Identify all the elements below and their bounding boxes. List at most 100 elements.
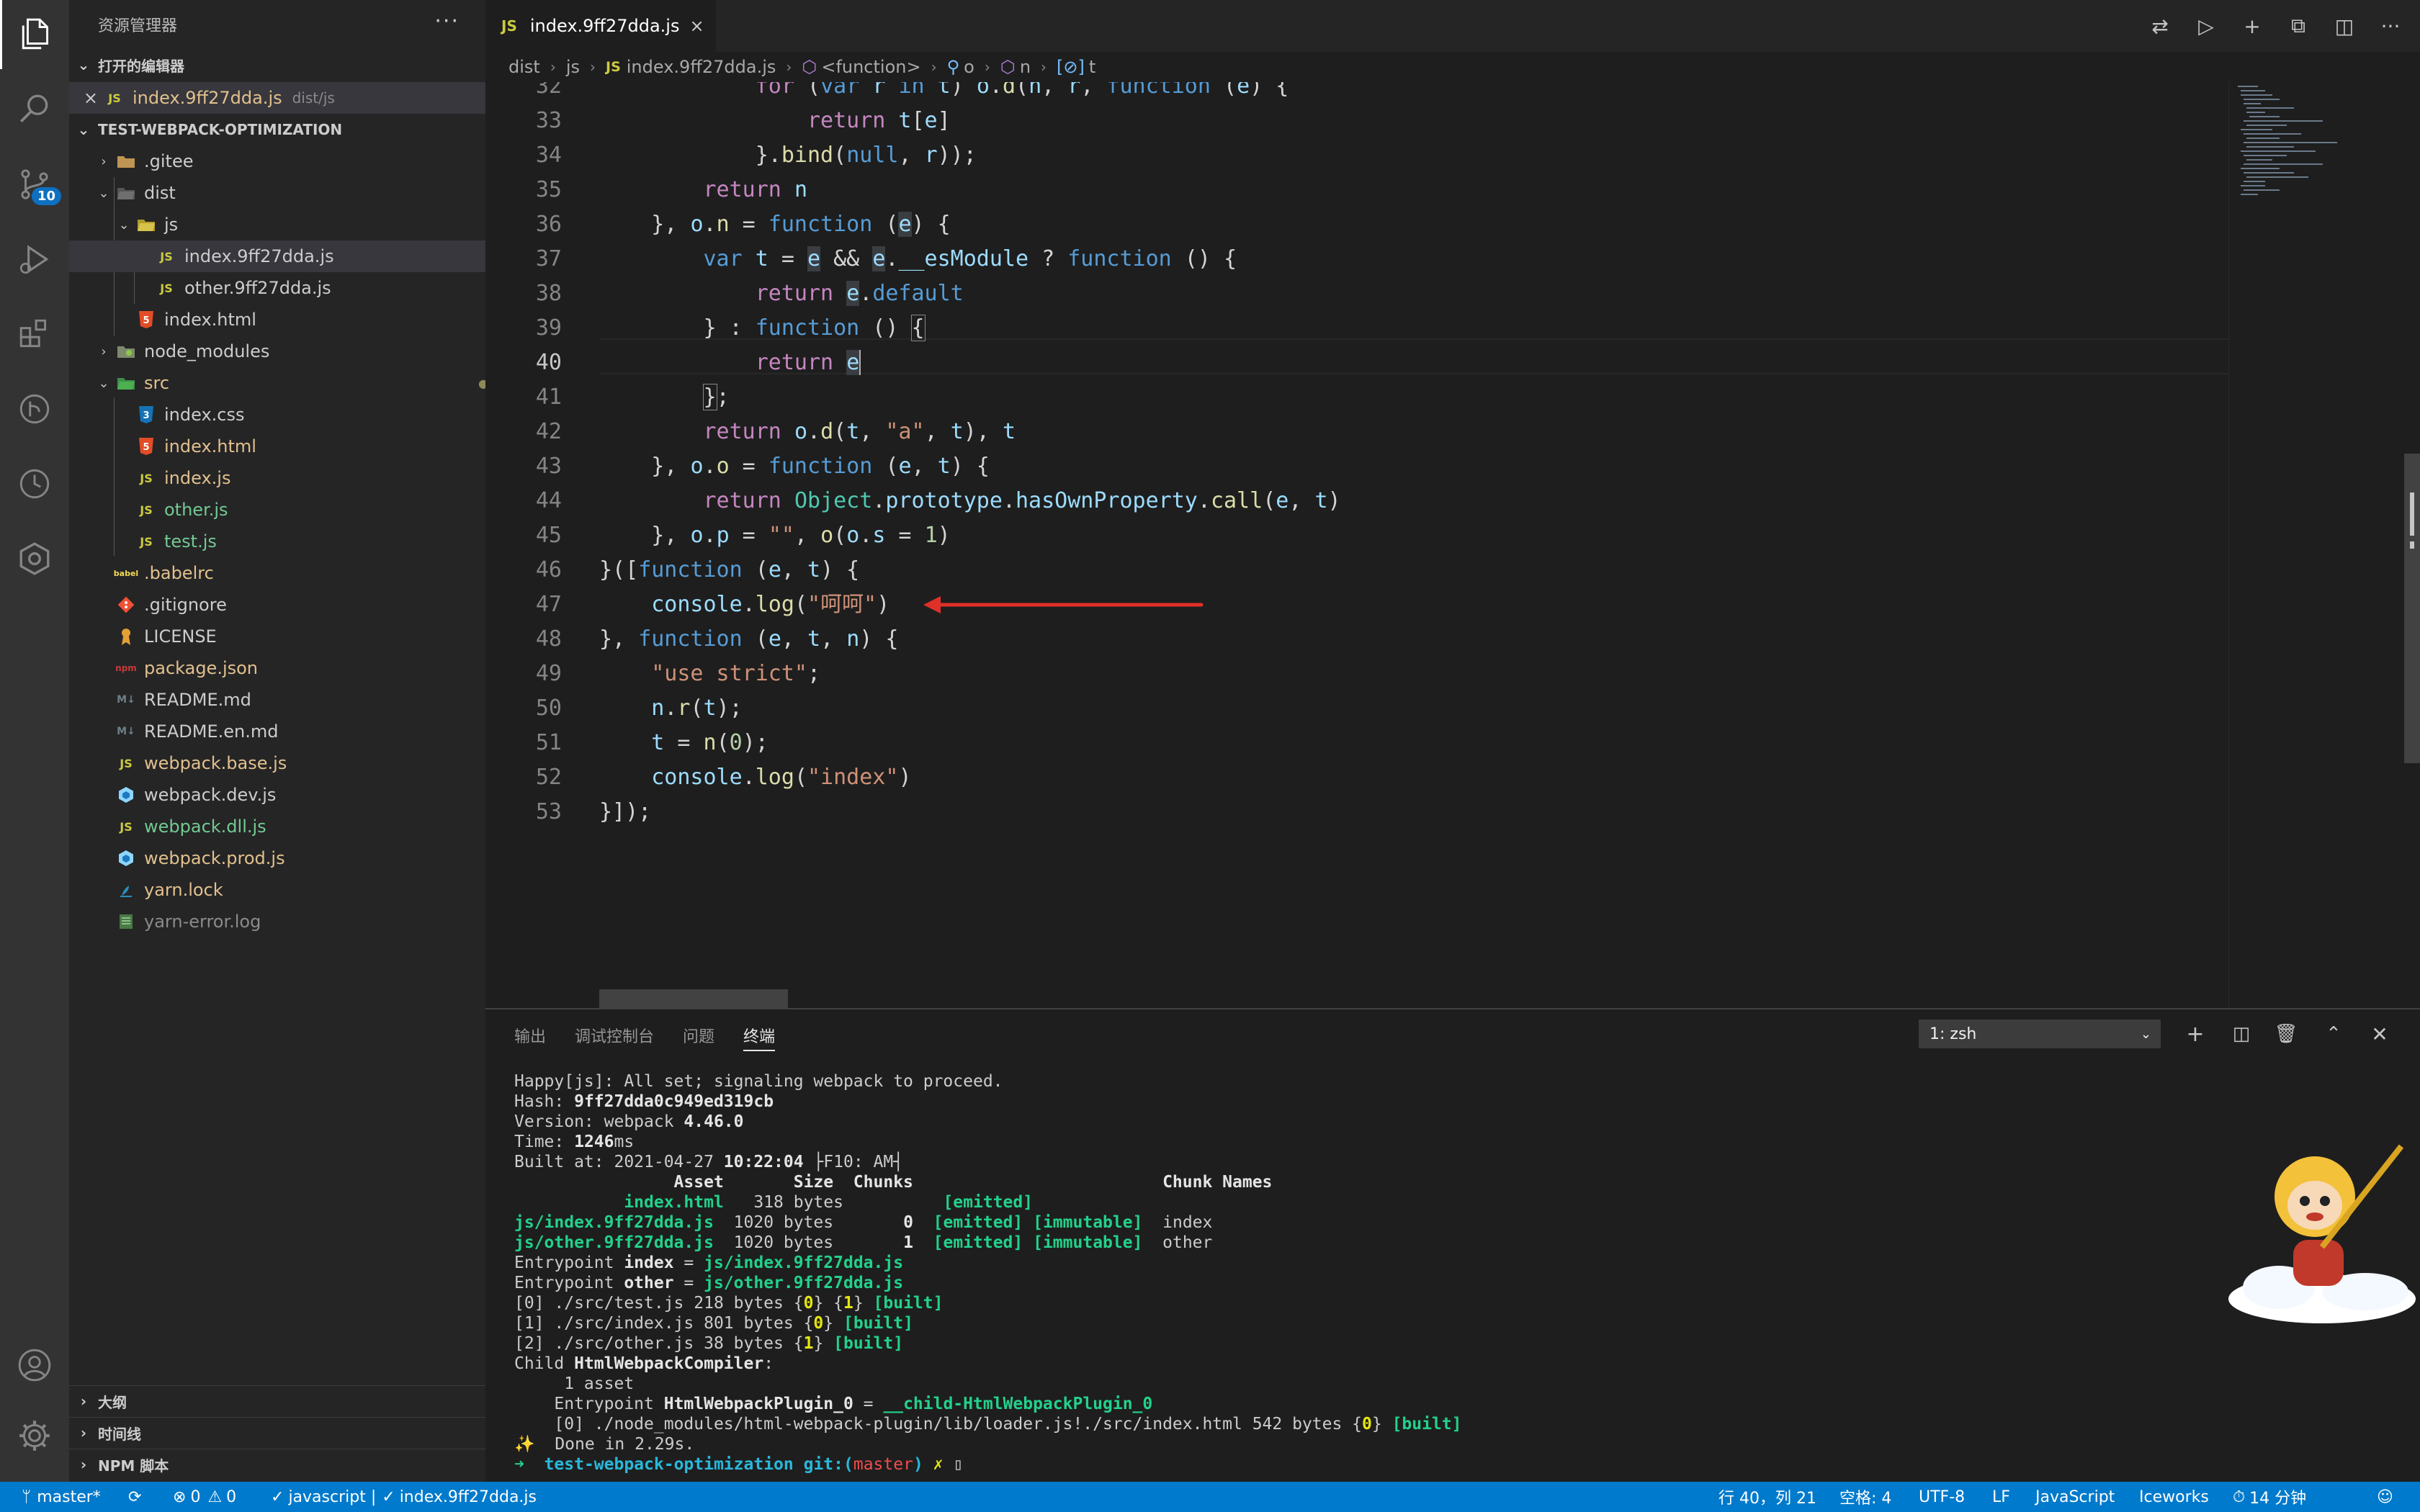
breadcrumb-o[interactable]: o bbox=[964, 57, 974, 77]
code-line: 32 for (var r in t) o.d(n, r, function (… bbox=[535, 82, 1289, 99]
explorer-icon[interactable] bbox=[0, 0, 71, 69]
tree-item-gitignore[interactable]: .gitignore bbox=[69, 589, 530, 621]
tab-index-9ff27dda-js[interactable]: JS index.9ff27dda.js × bbox=[485, 0, 716, 52]
html-file-icon: 5 bbox=[134, 436, 158, 456]
tree-item-readme-en-md[interactable]: M↓ README.en.md bbox=[69, 716, 530, 747]
cursor-position[interactable]: 行 40，列 21 bbox=[1718, 1482, 1816, 1512]
status-bar: ᛘ master* ⟳ ⊗ 0 ⚠ 0 ✓ javascript | ✓ ind… bbox=[0, 1482, 2420, 1512]
compare-changes-icon[interactable]: ⇄ bbox=[2148, 14, 2172, 38]
indentation[interactable]: 空格: 4 bbox=[1839, 1482, 1891, 1512]
close-panel-icon[interactable]: ✕ bbox=[2365, 1020, 2394, 1048]
check-icon: ✓ bbox=[382, 1488, 395, 1506]
split-terminal-icon[interactable]: ◫ bbox=[2227, 1020, 2256, 1048]
line-ending[interactable]: LF bbox=[1992, 1482, 2010, 1512]
js-file-icon: JS bbox=[160, 249, 173, 264]
tree-item-babelrc[interactable]: babel .babelrc M bbox=[69, 557, 530, 589]
tree-item-yarn-lock[interactable]: yarn.lock M bbox=[69, 874, 530, 906]
breadcrumb-n[interactable]: n bbox=[1020, 57, 1031, 77]
code-line: 35 return n bbox=[535, 177, 807, 202]
breadcrumb-function[interactable]: <function> bbox=[821, 57, 920, 77]
tree-item-readme-md[interactable]: M↓ README.md bbox=[69, 684, 530, 716]
timeline-icon[interactable] bbox=[0, 449, 69, 518]
project-header[interactable]: ⌄ TEST-WEBPACK-OPTIMIZATION bbox=[69, 115, 485, 144]
tree-item-yarn-error-log[interactable]: yarn-error.log bbox=[69, 906, 530, 937]
new-terminal-icon[interactable]: + bbox=[2181, 1020, 2210, 1048]
code-line: 45 }, o.p = "", o(o.s = 1) bbox=[535, 523, 951, 548]
open-preview-icon[interactable]: ⧉ bbox=[2286, 14, 2311, 38]
tree-item-index-css[interactable]: 3 index.css bbox=[69, 399, 550, 431]
tree-item-webpack-base-js[interactable]: JS webpack.base.js M bbox=[69, 747, 530, 779]
lint-status[interactable]: ✓ javascript | ✓ index.9ff27dda.js bbox=[271, 1482, 537, 1512]
tree-item-node-modules[interactable]: › node_modules bbox=[69, 336, 510, 367]
breadcrumb-file[interactable]: index.9ff27dda.js bbox=[627, 57, 776, 77]
problems-status[interactable]: ⊗ 0 ⚠ 0 bbox=[173, 1482, 236, 1512]
settings-gear-icon[interactable] bbox=[0, 1401, 69, 1470]
tree-item-dist[interactable]: ⌄ dist bbox=[69, 177, 510, 209]
tree-item-webpack-prod-js[interactable]: webpack.prod.js M bbox=[69, 842, 530, 874]
close-tab-icon[interactable]: × bbox=[689, 16, 704, 36]
tree-item-license[interactable]: LICENSE bbox=[69, 621, 530, 652]
horizontal-scrollbar[interactable] bbox=[599, 989, 788, 1008]
breadcrumb-dist[interactable]: dist bbox=[508, 57, 540, 77]
vertical-scrollbar[interactable] bbox=[2401, 82, 2420, 1008]
tree-item-webpack-dll-js[interactable]: JS webpack.dll.js U bbox=[69, 811, 530, 842]
npm-scripts-section[interactable]: › NPM 脚本 bbox=[69, 1449, 485, 1480]
search-icon[interactable] bbox=[0, 75, 69, 144]
branch-status[interactable]: ᛘ master* bbox=[22, 1482, 101, 1512]
tree-item-dist-index-html[interactable]: 5 index.html bbox=[69, 304, 550, 336]
tree-item-test-js[interactable]: JS test.js U bbox=[69, 526, 550, 557]
feedback-icon[interactable]: ☺ bbox=[2377, 1482, 2393, 1512]
tab-problems[interactable]: 问题 bbox=[683, 1024, 714, 1047]
tree-item-src-index-html[interactable]: 5 index.html M bbox=[69, 431, 550, 462]
sync-icon[interactable]: ⟳ bbox=[128, 1482, 141, 1512]
breadcrumb-js[interactable]: js bbox=[566, 57, 580, 77]
source-control-icon[interactable]: 10 bbox=[0, 150, 69, 219]
code-line: 53}]); bbox=[535, 799, 652, 824]
code-line: 33 return t[e] bbox=[535, 108, 951, 133]
run-icon[interactable]: ▷ bbox=[2194, 14, 2218, 38]
breadcrumb-t[interactable]: t bbox=[1089, 57, 1095, 77]
extensions-icon[interactable] bbox=[0, 300, 69, 369]
add-icon[interactable]: + bbox=[2240, 14, 2264, 38]
tree-item-index-js[interactable]: JS index.js M bbox=[69, 462, 550, 494]
tab-debug-console[interactable]: 调试控制台 bbox=[575, 1024, 654, 1047]
tab-output[interactable]: 输出 bbox=[514, 1024, 546, 1047]
run-debug-icon[interactable] bbox=[0, 225, 69, 294]
timer-status[interactable]: ⏱ 14 分钟 bbox=[2233, 1482, 2306, 1512]
more-actions-button[interactable]: ··· bbox=[434, 9, 460, 34]
code-line: 42 return o.d(t, "a", t), t bbox=[535, 419, 1016, 444]
tab-terminal[interactable]: 终端 bbox=[743, 1024, 775, 1047]
tree-item-src[interactable]: ⌄ src ● bbox=[69, 367, 510, 399]
language-mode[interactable]: JavaScript bbox=[2035, 1482, 2115, 1512]
open-editors-header[interactable]: ⌄ 打开的编辑器 bbox=[69, 50, 485, 79]
code-editor[interactable]: 32 for (var r in t) o.d(n, r, function (… bbox=[485, 82, 2228, 1008]
iceworks-status[interactable]: Iceworks bbox=[2139, 1482, 2209, 1512]
open-editor-item[interactable]: × JS index.9ff27dda.js dist/js bbox=[69, 82, 485, 114]
tree-item-package-json[interactable]: npm package.json M bbox=[69, 652, 530, 684]
terminal-selector[interactable]: 1: zsh ⌄ bbox=[1919, 1020, 2161, 1048]
css-file-icon: 3 bbox=[134, 405, 158, 425]
timeline-section[interactable]: › 时间线 bbox=[69, 1417, 485, 1448]
split-editor-icon[interactable]: ◫ bbox=[2332, 14, 2357, 38]
function-cube-icon: ⬡ bbox=[802, 57, 817, 77]
close-icon[interactable]: × bbox=[69, 88, 98, 108]
html-file-icon: 5 bbox=[134, 310, 158, 330]
more-actions-icon[interactable]: ··· bbox=[2378, 14, 2403, 38]
clock-icon: ⏱ bbox=[2233, 1488, 2246, 1506]
tree-item-other-js[interactable]: JS other.js U bbox=[69, 494, 550, 526]
tree-item-js-folder[interactable]: ⌄ js bbox=[69, 209, 530, 240]
chevron-right-icon: › bbox=[1041, 58, 1047, 76]
terminal-line: Asset Size Chunks Chunk Names bbox=[514, 1173, 1273, 1192]
account-icon[interactable] bbox=[0, 1331, 69, 1400]
outline-section[interactable]: › 大纲 bbox=[69, 1385, 485, 1416]
minimap[interactable] bbox=[2228, 82, 2402, 1008]
encoding[interactable]: UTF-8 bbox=[1919, 1482, 1965, 1512]
trash-icon[interactable]: 🗑 bbox=[2272, 1020, 2300, 1048]
editor-tab-bar: JS index.9ff27dda.js × ⇄ ▷ + ⧉ ◫ ··· bbox=[485, 0, 2420, 52]
chevron-up-icon[interactable]: ⌃ bbox=[2319, 1020, 2348, 1048]
tree-item-gitee[interactable]: › .gitee bbox=[69, 145, 510, 177]
git-graph-icon[interactable] bbox=[0, 374, 69, 444]
iceworks-icon[interactable] bbox=[0, 524, 69, 593]
js-file-icon: JS bbox=[108, 91, 121, 105]
tree-item-webpack-dev-js[interactable]: webpack.dev.js bbox=[69, 779, 530, 811]
